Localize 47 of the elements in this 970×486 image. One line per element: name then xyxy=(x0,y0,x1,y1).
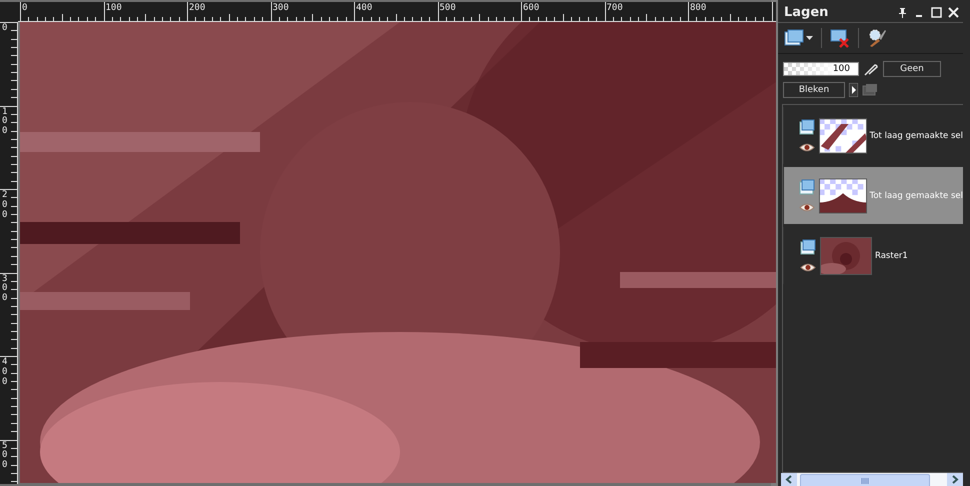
ruler-label: 700 xyxy=(606,3,623,13)
layer-thumbnail xyxy=(818,176,867,214)
link-icon[interactable] xyxy=(863,62,879,76)
eye-icon[interactable] xyxy=(800,263,816,272)
brush-icon[interactable] xyxy=(867,28,887,48)
ruler-label: 100 xyxy=(2,108,8,138)
raster-layer-icon xyxy=(800,239,816,255)
panel-title: Lagen xyxy=(784,4,830,20)
eye-icon[interactable] xyxy=(799,143,816,152)
ruler-label: 200 xyxy=(2,191,8,221)
ruler-label: 300 xyxy=(2,274,8,304)
ruler-label: 0 xyxy=(22,3,28,13)
ruler-label: 200 xyxy=(189,3,206,13)
ruler-label: 800 xyxy=(690,3,706,13)
scroll-left-button[interactable] xyxy=(781,473,797,486)
pin-icon[interactable] xyxy=(897,6,908,18)
raster-layer-icon xyxy=(799,119,816,135)
layer-name: Tot laag gemaakte sel xyxy=(870,190,963,200)
layer-row[interactable]: Raster1 xyxy=(783,227,963,284)
chevron-right-icon[interactable] xyxy=(951,475,959,484)
ruler-label: 300 xyxy=(272,3,289,13)
layer-row[interactable]: Tot laag gemaakte sel xyxy=(783,107,963,164)
layer-thumbnail xyxy=(820,236,872,274)
layer-thumbnail xyxy=(818,116,867,154)
opacity-field[interactable]: 100 xyxy=(783,62,859,76)
ruler-label: 100 xyxy=(106,3,122,13)
mask-button[interactable]: Geen xyxy=(883,61,941,77)
dropdown-arrow-icon[interactable] xyxy=(849,83,858,97)
delete-layer-icon[interactable] xyxy=(830,28,850,48)
ruler-label: 500 xyxy=(440,3,456,13)
ruler-label: 600 xyxy=(523,3,540,13)
close-icon[interactable] xyxy=(948,6,959,18)
caret-icon[interactable] xyxy=(806,36,813,40)
ruler-label: 400 xyxy=(2,358,8,388)
chevron-left-icon[interactable] xyxy=(785,475,793,484)
raster-layer-icon xyxy=(799,179,816,195)
layer-name: Raster1 xyxy=(875,250,908,260)
ruler-label: 0 xyxy=(2,24,8,34)
blend-mode-dropdown[interactable]: Bleken xyxy=(783,82,845,98)
ruler-label: 500 xyxy=(2,442,8,472)
layer-name: Tot laag gemaakte sel xyxy=(870,130,963,140)
scroll-right-button[interactable] xyxy=(947,473,963,486)
eye-icon[interactable] xyxy=(799,203,816,212)
scrollbar-thumb[interactable] xyxy=(800,474,930,486)
maximize-icon[interactable] xyxy=(931,6,942,18)
horizontal-scrollbar[interactable] xyxy=(781,473,963,486)
ruler-label: 400 xyxy=(356,3,372,13)
